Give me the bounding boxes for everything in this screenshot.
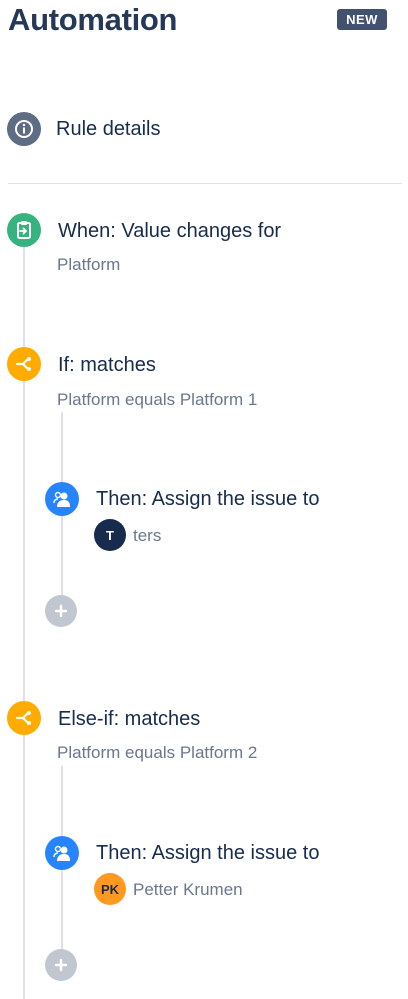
action-label[interactable]: Then: Assign the issue to bbox=[96, 842, 319, 865]
branch-icon[interactable] bbox=[7, 347, 41, 381]
divider bbox=[8, 183, 402, 184]
assign-user-icon[interactable] bbox=[45, 836, 79, 870]
rule-details-link[interactable]: Rule details bbox=[56, 118, 161, 141]
add-action-button[interactable] bbox=[45, 595, 77, 627]
assignee-name: ters bbox=[133, 526, 162, 545]
new-badge: NEW bbox=[337, 9, 387, 30]
condition-label[interactable]: Else-if: matches bbox=[58, 708, 200, 731]
info-icon[interactable] bbox=[7, 112, 41, 146]
assign-user-icon[interactable] bbox=[45, 482, 79, 516]
page-title: Automation bbox=[8, 2, 178, 37]
branch-icon[interactable] bbox=[7, 701, 41, 735]
avatar: PK bbox=[94, 873, 126, 905]
trigger-icon[interactable] bbox=[7, 213, 41, 247]
main-connector-line bbox=[23, 230, 25, 999]
trigger-detail: Platform bbox=[57, 255, 121, 274]
action-label[interactable]: Then: Assign the issue to bbox=[96, 488, 319, 511]
condition-detail: Platform equals Platform 2 bbox=[57, 743, 258, 762]
plus-icon bbox=[54, 604, 68, 618]
condition-label[interactable]: If: matches bbox=[58, 354, 156, 377]
trigger-label[interactable]: When: Value changes for bbox=[58, 220, 281, 243]
add-action-button[interactable] bbox=[45, 949, 77, 981]
condition-detail: Platform equals Platform 1 bbox=[57, 390, 258, 409]
avatar: T bbox=[94, 519, 126, 551]
assignee-name: Petter Krumen bbox=[133, 880, 243, 899]
plus-icon bbox=[54, 958, 68, 972]
